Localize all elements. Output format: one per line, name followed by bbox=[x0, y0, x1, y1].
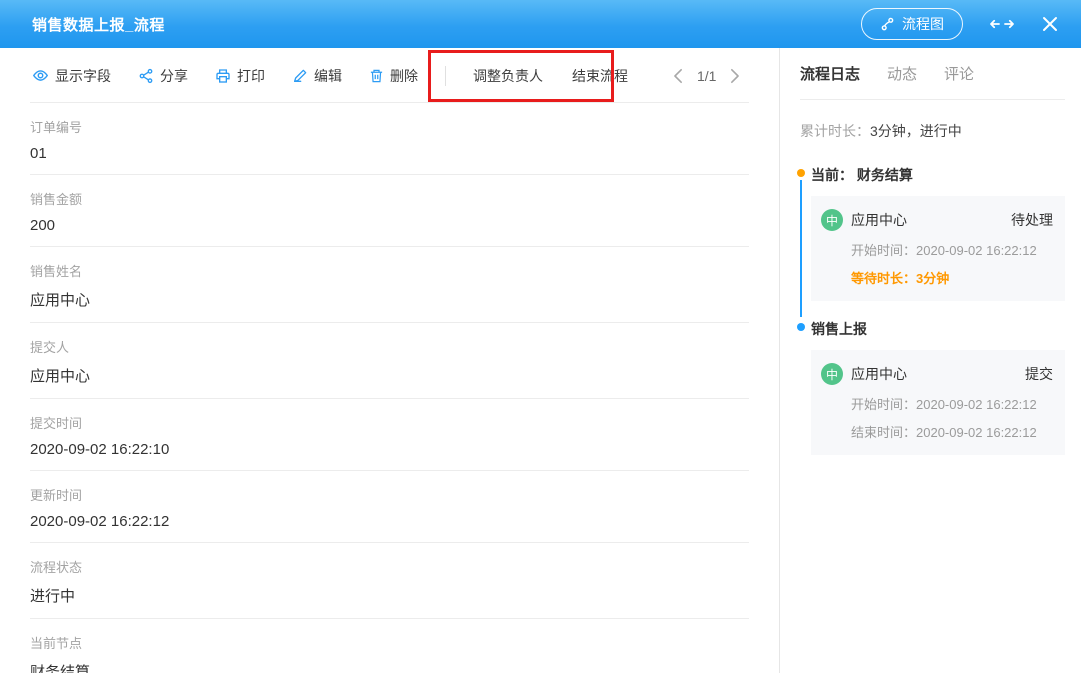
prev-record-icon[interactable] bbox=[672, 68, 685, 84]
field-value: 200 bbox=[30, 217, 749, 234]
header-bar: 销售数据上报_流程 流程图 bbox=[0, 0, 1081, 48]
field-value: 2020-09-02 16:22:10 bbox=[30, 441, 749, 458]
share-label: 分享 bbox=[160, 66, 188, 86]
process-log-panel: 流程日志 动态 评论 累计时长：3分钟，进行中 当前： 财务结算 中 应用中心 bbox=[780, 48, 1081, 673]
user-avatar: 中 bbox=[821, 363, 843, 385]
field-value: 应用中心 bbox=[30, 365, 749, 386]
total-duration-summary: 累计时长：3分钟，进行中 bbox=[800, 121, 1065, 141]
timeline-node-title: 销售上报 bbox=[811, 319, 1065, 339]
field-label: 当前节点 bbox=[30, 633, 749, 652]
timeline-dot-orange bbox=[797, 169, 805, 177]
show-fields-button[interactable]: 显示字段 bbox=[32, 66, 111, 86]
user-name: 应用中心 bbox=[851, 210, 1011, 230]
page-title: 销售数据上报_流程 bbox=[32, 14, 165, 35]
field-row-submit-time: 提交时间 2020-09-02 16:22:10 bbox=[30, 399, 749, 471]
total-duration-label: 累计时长： bbox=[800, 123, 870, 139]
show-fields-label: 显示字段 bbox=[55, 66, 111, 86]
close-icon[interactable] bbox=[1041, 15, 1059, 33]
edit-label: 编辑 bbox=[314, 66, 342, 86]
delete-label: 删除 bbox=[390, 66, 418, 86]
tab-process-log[interactable]: 流程日志 bbox=[800, 63, 860, 84]
delete-button[interactable]: 删除 bbox=[369, 66, 418, 86]
print-icon bbox=[215, 68, 231, 84]
expand-left-right-icon[interactable] bbox=[989, 16, 1015, 32]
share-button[interactable]: 分享 bbox=[138, 66, 188, 86]
print-label: 打印 bbox=[237, 66, 265, 86]
field-list: 订单编号 01 销售金额 200 销售姓名 应用中心 提交人 应用中心 提交时间 bbox=[0, 103, 779, 673]
timeline-dot-blue bbox=[797, 323, 805, 331]
end-time-line: 结束时间：2020-09-02 16:22:12 bbox=[851, 422, 1053, 441]
field-label: 流程状态 bbox=[30, 557, 749, 576]
user-name: 应用中心 bbox=[851, 364, 1025, 384]
field-value: 01 bbox=[30, 145, 749, 162]
header-actions: 流程图 bbox=[861, 8, 1059, 40]
timeline-node-title: 当前： 财务结算 bbox=[811, 165, 1065, 185]
record-detail-main: 显示字段 分享 bbox=[0, 48, 780, 673]
start-time-line: 开始时间：2020-09-02 16:22:12 bbox=[851, 394, 1053, 413]
field-value: 进行中 bbox=[30, 585, 749, 606]
timeline-item-sales-report: 销售上报 中 应用中心 提交 开始时间：2020-09-02 16:22:12 … bbox=[797, 319, 1065, 455]
field-label: 提交人 bbox=[30, 337, 749, 356]
next-record-icon[interactable] bbox=[728, 68, 741, 84]
toolbar: 显示字段 分享 bbox=[0, 48, 779, 103]
card-head: 中 应用中心 待处理 bbox=[821, 209, 1053, 231]
field-label: 更新时间 bbox=[30, 485, 749, 504]
flowchart-button-label: 流程图 bbox=[902, 14, 944, 34]
record-pager: 1/1 bbox=[672, 68, 741, 84]
panel-tabs: 流程日志 动态 评论 bbox=[800, 48, 1065, 100]
field-row-process-status: 流程状态 进行中 bbox=[30, 543, 749, 619]
field-label: 销售姓名 bbox=[30, 261, 749, 280]
card-head: 中 应用中心 提交 bbox=[821, 363, 1053, 385]
edit-button[interactable]: 编辑 bbox=[292, 66, 342, 86]
process-detail-window: 销售数据上报_流程 流程图 bbox=[0, 0, 1081, 673]
pager-position: 1/1 bbox=[697, 68, 716, 84]
share-icon bbox=[138, 68, 154, 84]
eye-icon bbox=[32, 67, 49, 84]
timeline-item-current-node: 当前： 财务结算 中 应用中心 待处理 开始时间：2020-09-02 16:2… bbox=[797, 165, 1065, 301]
field-value: 2020-09-02 16:22:12 bbox=[30, 513, 749, 530]
process-timeline: 当前： 财务结算 中 应用中心 待处理 开始时间：2020-09-02 16:2… bbox=[797, 165, 1065, 455]
waiting-duration-line: 等待时长：3分钟 bbox=[851, 268, 1053, 287]
timeline-card-submitted: 中 应用中心 提交 开始时间：2020-09-02 16:22:12 结束时间：… bbox=[811, 350, 1065, 455]
field-value: 应用中心 bbox=[30, 289, 749, 310]
start-time-line: 开始时间：2020-09-02 16:22:12 bbox=[851, 240, 1053, 259]
card-status-badge: 待处理 bbox=[1011, 210, 1053, 230]
flowchart-button[interactable]: 流程图 bbox=[861, 8, 963, 40]
field-label: 提交时间 bbox=[30, 413, 749, 432]
field-label: 销售金额 bbox=[30, 189, 749, 208]
timeline-card-pending: 中 应用中心 待处理 开始时间：2020-09-02 16:22:12 等待时长… bbox=[811, 196, 1065, 301]
field-row-submitter: 提交人 应用中心 bbox=[30, 323, 749, 399]
field-value: 财务结算 bbox=[30, 661, 749, 673]
field-row-update-time: 更新时间 2020-09-02 16:22:12 bbox=[30, 471, 749, 543]
print-button[interactable]: 打印 bbox=[215, 66, 265, 86]
field-label: 订单编号 bbox=[30, 117, 749, 136]
adjust-owner-button[interactable]: 调整负责人 bbox=[473, 66, 543, 86]
timeline-connector-line bbox=[800, 180, 802, 317]
field-row-sales-name: 销售姓名 应用中心 bbox=[30, 247, 749, 323]
edit-icon bbox=[292, 68, 308, 84]
toolbar-divider bbox=[445, 66, 446, 86]
card-status-badge: 提交 bbox=[1025, 364, 1053, 384]
end-process-button[interactable]: 结束流程 bbox=[572, 66, 628, 86]
field-row-order-number: 订单编号 01 bbox=[30, 103, 749, 175]
field-row-current-node: 当前节点 财务结算 bbox=[30, 619, 749, 673]
tab-activity[interactable]: 动态 bbox=[887, 63, 917, 84]
user-avatar: 中 bbox=[821, 209, 843, 231]
tab-comments[interactable]: 评论 bbox=[944, 63, 974, 84]
flowchart-icon bbox=[880, 17, 895, 32]
total-duration-value: 3分钟，进行中 bbox=[870, 123, 962, 139]
field-row-sales-amount: 销售金额 200 bbox=[30, 175, 749, 247]
trash-icon bbox=[369, 68, 384, 84]
